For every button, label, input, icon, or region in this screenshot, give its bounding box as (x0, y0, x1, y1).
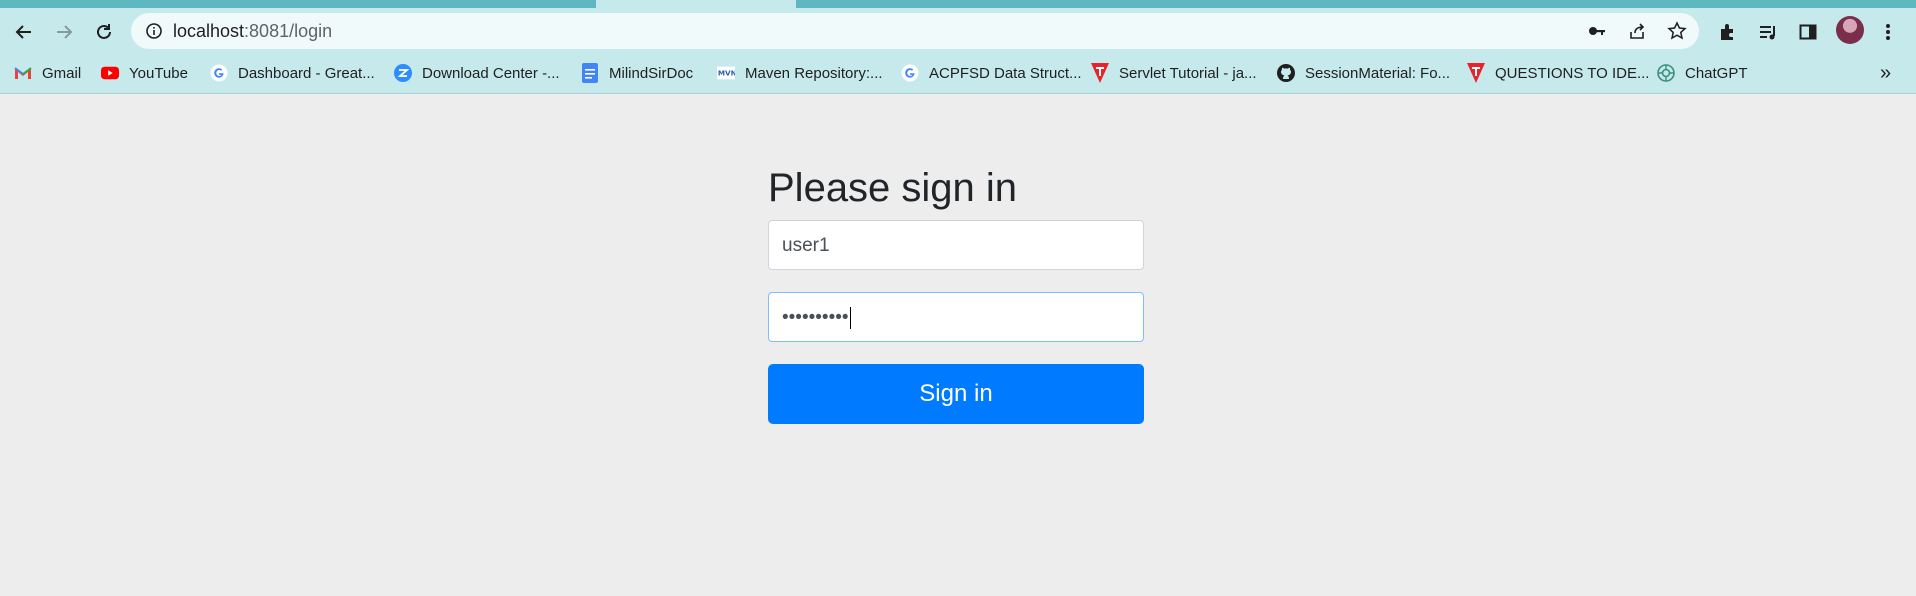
youtube-icon (101, 64, 119, 82)
reload-button[interactable] (90, 18, 118, 46)
docs-icon (581, 63, 599, 83)
bookmark-label: QUESTIONS TO IDE... (1495, 64, 1650, 82)
side-panel-icon[interactable] (1796, 20, 1820, 44)
tutorial-icon (1467, 63, 1485, 83)
bookmark-sessionmaterial[interactable]: SessionMaterial: Fo... (1277, 55, 1450, 91)
page-title: Please sign in (768, 166, 1018, 210)
bookmark-chatgpt[interactable]: ChatGPT (1657, 55, 1748, 91)
back-button[interactable] (10, 18, 38, 46)
bookmark-maven[interactable]: MVN Maven Repository:... (717, 55, 883, 91)
bookmark-label: ACPFSD Data Struct... (929, 64, 1082, 82)
browser-toolbar: localhost:8081/login (0, 8, 1916, 55)
text-cursor (849, 306, 851, 329)
password-value: •••••••••• (782, 307, 849, 328)
active-tab[interactable] (596, 0, 796, 8)
username-value: user1 (782, 235, 830, 256)
media-queue-icon[interactable] (1756, 20, 1780, 44)
bookmarks-bar: Gmail YouTube Dashboard - Great... Downl… (0, 55, 1916, 94)
bookmark-label: Servlet Tutorial - ja... (1119, 64, 1257, 82)
bookmark-gmail[interactable]: Gmail (14, 55, 81, 91)
gmail-icon (14, 64, 32, 82)
bookmark-label: SessionMaterial: Fo... (1305, 64, 1451, 82)
bookmark-label: Download Center -... (422, 64, 560, 82)
bookmark-download-center[interactable]: Download Center -... (394, 55, 560, 91)
github-icon (1277, 64, 1295, 82)
bookmark-label: MilindSirDoc (609, 64, 694, 82)
forward-arrow-icon (57, 25, 73, 39)
url-host: localhost (173, 21, 245, 41)
site-info-icon[interactable] (145, 22, 163, 45)
bookmark-questions[interactable]: QUESTIONS TO IDE... (1467, 55, 1649, 91)
bookmark-label: ChatGPT (1685, 64, 1748, 82)
bookmark-servlet-tutorial[interactable]: Servlet Tutorial - ja... (1091, 55, 1257, 91)
chatgpt-icon (1657, 64, 1675, 82)
bookmark-acpfsd[interactable]: ACPFSD Data Struct... (901, 55, 1082, 91)
url-path: :8081/login (244, 21, 333, 41)
bookmarks-overflow-button[interactable]: » (1880, 55, 1891, 91)
bookmark-milindsirdoc[interactable]: MilindSirDoc (581, 55, 693, 91)
login-form: Please sign in user1 •••••••••• Sign in (768, 160, 1144, 424)
bookmark-youtube[interactable]: YouTube (101, 55, 188, 91)
key-icon[interactable] (1587, 21, 1607, 41)
forward-button[interactable] (50, 18, 78, 46)
bookmark-dashboard[interactable]: Dashboard - Great... (210, 55, 375, 91)
bookmark-label: Dashboard - Great... (238, 64, 375, 82)
google-icon (210, 64, 228, 82)
back-arrow-icon (15, 25, 31, 39)
reload-icon (97, 24, 111, 39)
username-field[interactable]: user1 (768, 220, 1144, 270)
share-icon[interactable] (1627, 21, 1647, 41)
url-text: localhost:8081/login (173, 13, 332, 49)
bookmark-label: YouTube (129, 64, 188, 82)
zoom-icon (394, 64, 412, 82)
menu-kebab-icon[interactable] (1876, 20, 1900, 44)
google-icon (901, 64, 919, 82)
bookmark-label: Maven Repository:... (745, 64, 883, 82)
profile-avatar[interactable] (1836, 16, 1864, 44)
sign-in-button[interactable]: Sign in (768, 364, 1144, 424)
tutorial-icon (1091, 63, 1109, 83)
tab-strip (0, 0, 1916, 8)
address-bar[interactable]: localhost:8081/login (131, 13, 1699, 49)
password-field[interactable]: •••••••••• (768, 292, 1144, 342)
maven-icon: MVN (717, 64, 735, 82)
bookmark-label: Gmail (42, 64, 82, 82)
extensions-icon[interactable] (1716, 20, 1740, 44)
bookmark-star-icon[interactable] (1667, 21, 1687, 41)
svg-text:MVN: MVN (718, 69, 735, 78)
